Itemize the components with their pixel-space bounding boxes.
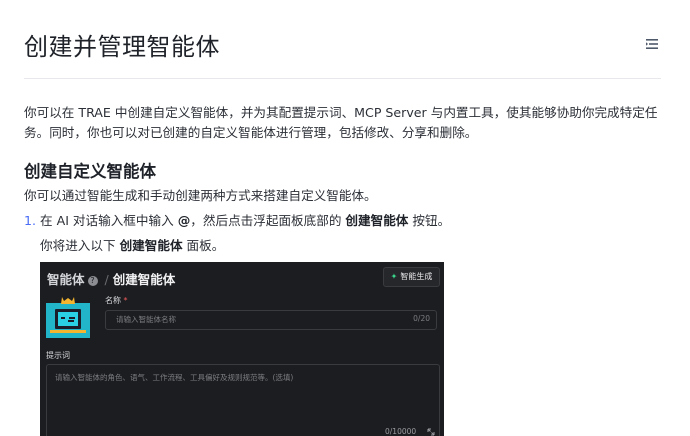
breadcrumb-separator: /	[104, 272, 109, 287]
question-circle-icon[interactable]: ?	[87, 276, 98, 286]
step-1-subtext: 你将进入以下 创建智能体 面板。	[40, 236, 224, 256]
title-divider	[24, 78, 661, 79]
prompt-placeholder: 请输入智能体的角色、语气、工作流程、工具偏好及规则规范等。(选填)	[55, 373, 294, 382]
step-number: 1.	[24, 213, 37, 228]
breadcrumb-agents[interactable]: 智能体	[47, 272, 85, 287]
name-label-text: 名称	[105, 296, 121, 305]
panel-name-term: 创建智能体	[119, 238, 183, 253]
step-text-mid: ，然后点击浮起面板底部的	[190, 213, 346, 228]
section-heading: 创建自定义智能体	[24, 162, 156, 181]
prompt-field-label: 提示词	[46, 351, 70, 360]
panel-breadcrumb: 智能体? / 创建智能体	[47, 269, 175, 288]
breadcrumb-create-agent: 创建智能体	[112, 272, 176, 287]
name-field-label: 名称 *	[105, 295, 128, 306]
subtext-post: 面板。	[182, 238, 225, 253]
section-description: 你可以通过智能生成和手动创建两种方式来搭建自定义智能体。	[24, 188, 377, 203]
list-item-step-1: 1. 在 AI 对话输入框中输入 @，然后点击浮起面板底部的 创建智能体 按钮。	[24, 211, 450, 231]
smart-generate-label: 智能生成	[400, 272, 433, 281]
sparkle-icon: ✦	[390, 272, 398, 281]
prompt-textarea[interactable]: 请输入智能体的角色、语气、工作流程、工具偏好及规则规范等。(选填) 0/1000…	[46, 364, 440, 436]
subtext-pre: 你将进入以下	[40, 238, 120, 253]
required-mark: *	[123, 296, 128, 305]
name-placeholder: 请输入智能体名称	[116, 315, 176, 324]
name-char-count: 0/20	[413, 314, 430, 323]
agent-name-input[interactable]: 请输入智能体名称 0/20	[105, 310, 437, 330]
intro-paragraph: 你可以在 TRAE 中创建自定义智能体，并为其配置提示词、MCP Server …	[24, 105, 658, 140]
step-text-post: 按钮。	[408, 213, 451, 228]
toc-list-icon[interactable]	[645, 37, 659, 51]
robot-avatar-icon[interactable]	[46, 296, 90, 338]
expand-icon[interactable]	[427, 428, 435, 436]
smart-generate-button[interactable]: ✦ 智能生成	[383, 267, 440, 287]
create-agent-term: 创建智能体	[345, 213, 409, 228]
prompt-char-count: 0/10000	[385, 427, 417, 436]
at-symbol: @	[177, 213, 191, 228]
create-agent-panel-screenshot: 智能体? / 创建智能体 ✦ 智能生成 名称 * 请输入智能体名称 0/20 提示词 …	[40, 262, 444, 436]
page-title: 创建并管理智能体	[24, 33, 220, 61]
step-text-pre: 在 AI 对话输入框中输入	[40, 213, 178, 228]
